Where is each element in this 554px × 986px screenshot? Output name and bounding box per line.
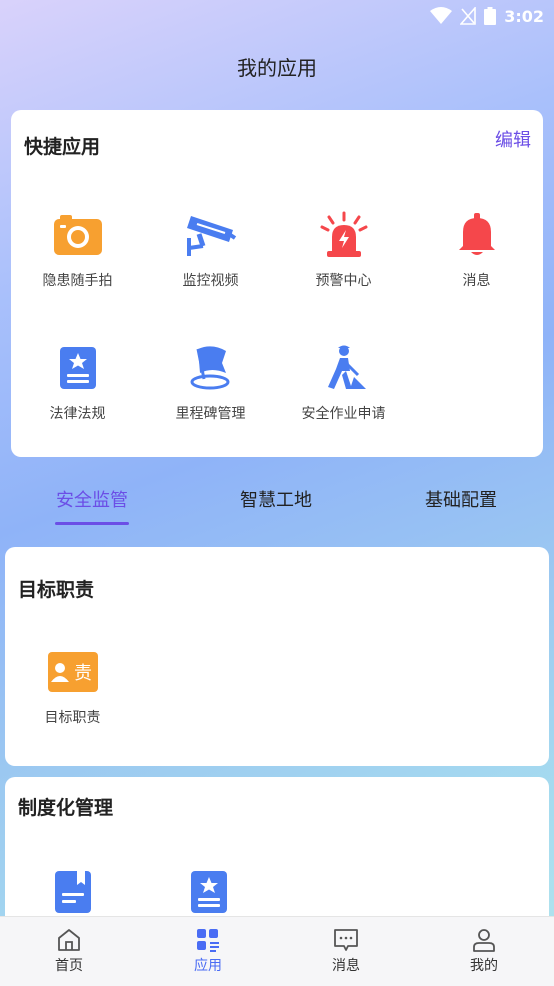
wifi-icon [430,7,453,24]
nav-messages[interactable]: 消息 [306,927,386,975]
app-label: 消息 [462,273,491,289]
profile-icon [473,929,495,952]
section-title: 制度化管理 [18,797,114,819]
quick-apps-card: 快捷应用 编辑 隐患随手拍 监控视频 预警中心 消息 法律法规 里程碑管理 安全… [11,110,543,457]
nav-label: 应用 [194,958,222,974]
tab-smart-site[interactable]: 智慧工地 [240,486,312,512]
battery-icon [484,7,497,25]
section-target-responsibility: 目标职责 责 目标职责 [5,547,549,766]
app-label: 法律法规 [49,406,106,422]
nav-apps[interactable]: 应用 [168,927,248,975]
quick-app-warning-center[interactable]: 预警中心 [277,208,410,290]
app-label: 预警中心 [315,273,372,289]
tab-active-indicator [55,522,129,525]
star-document-icon [182,865,236,919]
message-icon [334,929,358,951]
app-label: 里程碑管理 [175,406,246,422]
milestone-flag-icon [184,341,238,395]
law-document-icon [51,341,105,395]
app-target-responsibility[interactable]: 责 目标职责 [6,645,139,727]
app-label: 监控视频 [182,273,239,289]
nav-label: 我的 [470,958,498,974]
quick-app-safety-work-request[interactable]: 安全作业申请 [277,341,410,423]
status-bar: 3:02 [0,0,554,32]
app-label: 安全作业申请 [301,406,386,422]
quick-app-hazard-photo[interactable]: 隐患随手拍 [11,208,144,290]
svg-text:责: 责 [74,663,92,684]
tab-basic-config[interactable]: 基础配置 [425,486,497,512]
edit-button[interactable]: 编辑 [495,126,531,152]
nav-label: 首页 [55,958,83,974]
quick-app-surveillance-video[interactable]: 监控视频 [144,208,277,290]
quick-apps-title: 快捷应用 [24,136,101,158]
quick-app-milestones[interactable]: 里程碑管理 [144,341,277,423]
surveillance-camera-icon [184,208,238,262]
quick-app-laws[interactable]: 法律法规 [11,341,144,423]
nav-label: 消息 [332,958,360,974]
nav-profile[interactable]: 我的 [444,927,524,975]
nav-home[interactable]: 首页 [29,927,109,975]
worker-shovel-icon [317,341,371,395]
bookmark-document-icon [46,865,100,919]
no-signal-icon [460,7,477,25]
app-institution-item-1[interactable] [6,865,139,919]
alarm-light-icon [317,208,371,262]
responsibility-icon: 责 [46,645,100,699]
camera-icon [51,208,105,262]
status-time: 3:02 [504,6,544,26]
apps-icon [197,929,219,952]
page-title: 我的应用 [237,56,317,80]
bell-icon [450,208,504,262]
bottom-navigation: 首页 应用 消息 我的 [0,916,554,986]
tab-safety-supervision[interactable]: 安全监管 [56,486,128,512]
section-title: 目标职责 [18,579,95,601]
category-tabs: 安全监管 智慧工地 基础配置 [0,478,554,528]
app-institution-item-2[interactable] [142,865,275,919]
quick-app-messages[interactable]: 消息 [410,208,543,290]
app-label: 目标职责 [44,710,101,726]
home-icon [58,929,80,951]
app-label: 隐患随手拍 [42,273,113,289]
